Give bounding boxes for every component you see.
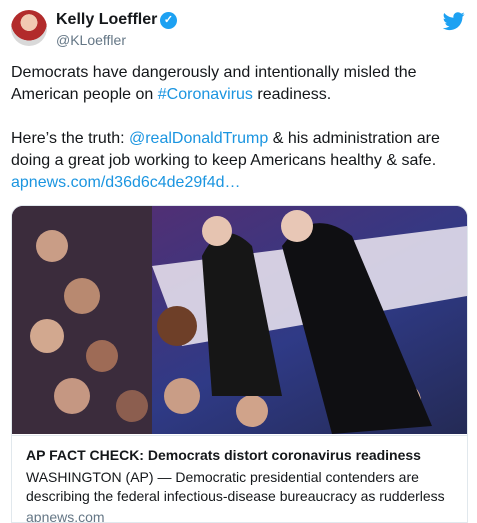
author-name[interactable]: Kelly Loeffler [56,11,157,29]
tweet-paragraph-2: Here’s the truth: @realDonaldTrump & his… [11,128,466,172]
author-avatar[interactable] [11,10,47,46]
card-image[interactable] [12,206,467,434]
tweet-text-part: readiness. [252,86,332,103]
article-link[interactable]: apnews.com/d36d6c4de29f4d… [11,172,466,194]
mention-link[interactable]: @realDonaldTrump [129,130,268,147]
card-photo [12,206,467,434]
card-description: WASHINGTON (AP) — Democratic presidentia… [26,469,445,504]
verified-badge-icon: ✓ [160,12,177,29]
card-title[interactable]: AP FACT CHECK: Democrats distort coronav… [26,447,453,463]
author-handle[interactable]: @KLoeffler [56,32,126,48]
card-body[interactable]: AP FACT CHECK: Democrats distort coronav… [12,435,467,522]
twitter-bird-icon[interactable] [443,10,465,32]
tweet-text: Democrats have dangerously and intention… [11,62,466,194]
tweet-text-part: Here’s the truth: [11,130,129,147]
hashtag-link[interactable]: #Coronavirus [158,86,253,103]
link-preview-card[interactable]: AP FACT CHECK: Democrats distort coronav… [11,205,468,523]
tweet-paragraph-1: Democrats have dangerously and intention… [11,62,466,106]
